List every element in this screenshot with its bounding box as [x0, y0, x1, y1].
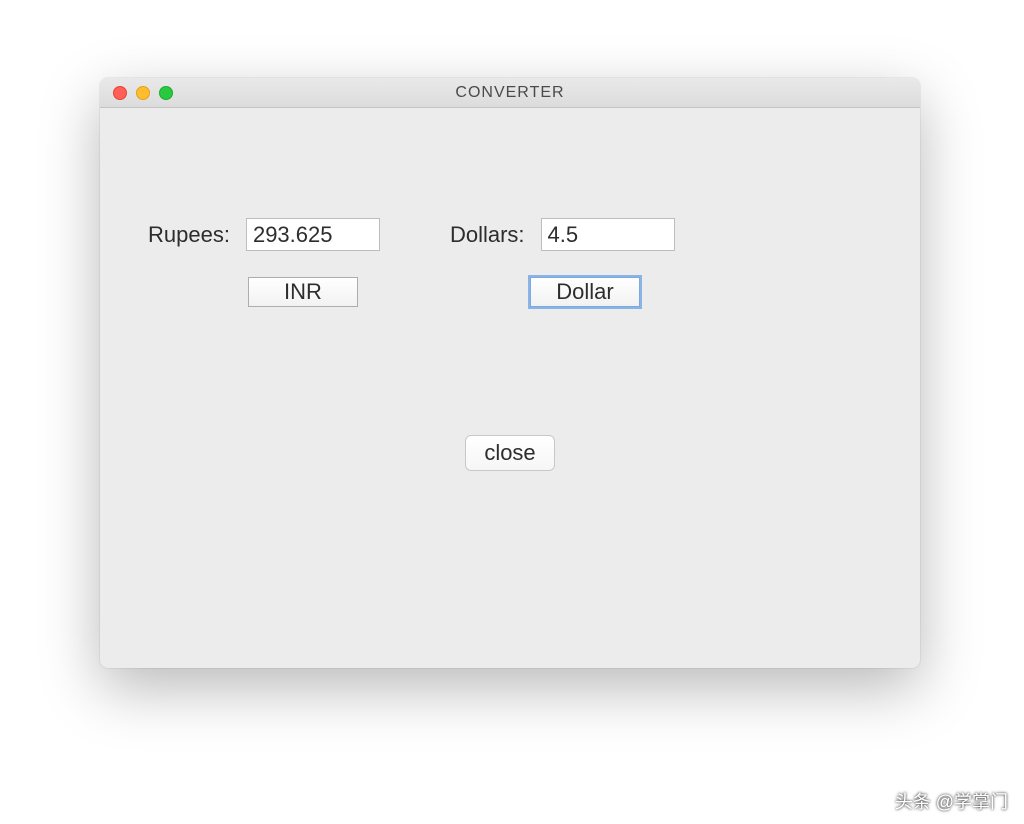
- button-row: INR Dollar: [140, 277, 880, 307]
- close-button[interactable]: close: [465, 435, 554, 471]
- rupees-input[interactable]: [246, 218, 380, 251]
- close-window-icon[interactable]: [113, 86, 127, 100]
- watermark-text: 头条 @学掌门: [895, 788, 1008, 814]
- titlebar: CONVERTER: [100, 78, 920, 108]
- window-content: Rupees: Dollars: INR Dollar close: [100, 108, 920, 668]
- minimize-window-icon[interactable]: [136, 86, 150, 100]
- close-row: close: [140, 435, 880, 471]
- dollar-button[interactable]: Dollar: [530, 277, 640, 307]
- app-window: CONVERTER Rupees: Dollars: INR Dollar cl…: [100, 78, 920, 668]
- rupees-label: Rupees:: [148, 222, 230, 248]
- input-row: Rupees: Dollars:: [140, 218, 880, 251]
- window-controls: [100, 86, 173, 100]
- dollars-label: Dollars:: [450, 222, 525, 248]
- inr-button[interactable]: INR: [248, 277, 358, 307]
- maximize-window-icon[interactable]: [159, 86, 173, 100]
- window-title: CONVERTER: [100, 84, 920, 102]
- dollars-input[interactable]: [541, 218, 675, 251]
